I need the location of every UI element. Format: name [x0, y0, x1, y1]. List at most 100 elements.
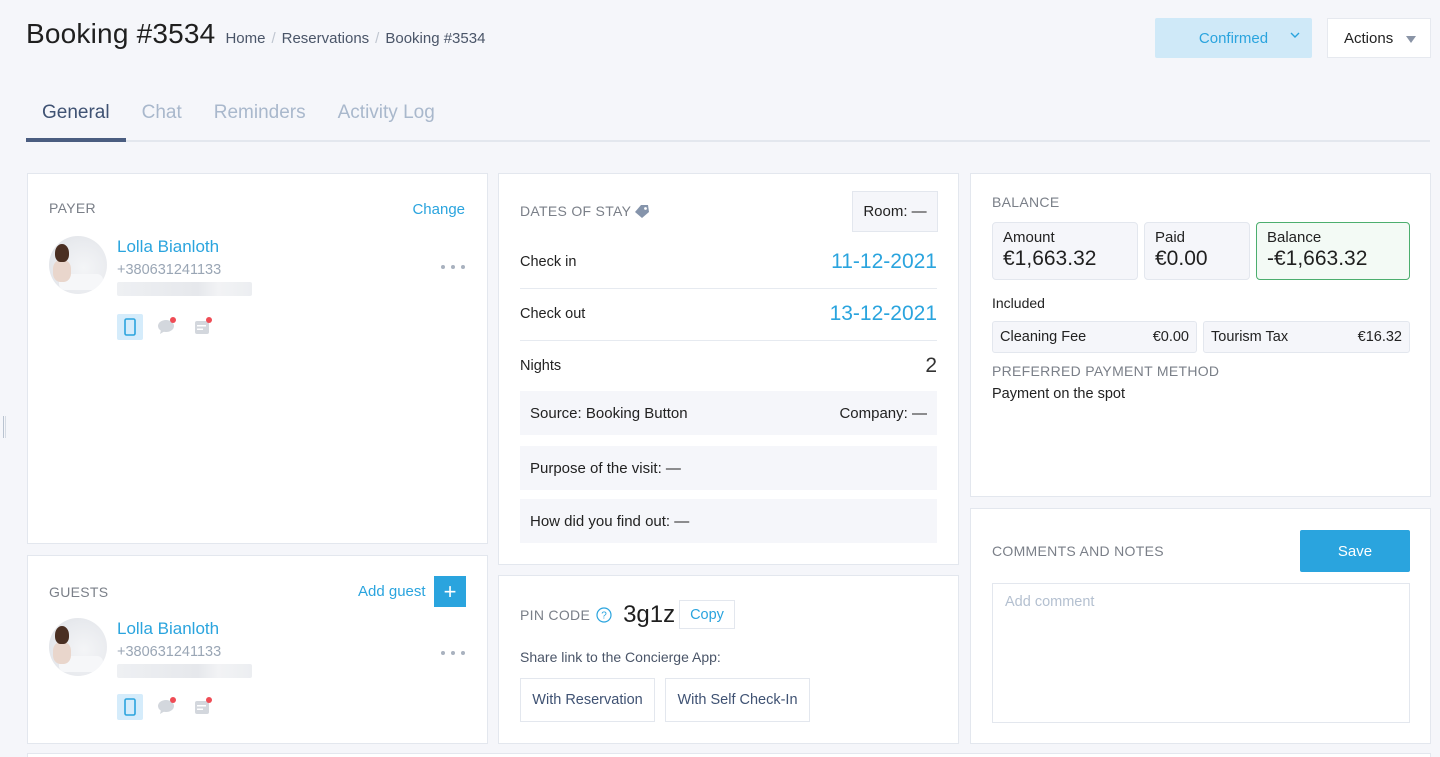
notification-dot [170, 697, 176, 703]
nights-row: Nights 2 [520, 354, 937, 378]
guest-phone: +380631241133 [117, 644, 222, 660]
payer-more-menu[interactable] [441, 265, 465, 269]
payment-method-label: PREFERRED PAYMENT METHOD [992, 363, 1220, 379]
change-payer-link[interactable]: Change [412, 201, 465, 218]
guest-name-link[interactable]: Lolla Bianloth [117, 619, 252, 639]
balance-card: BALANCE Amount €1,663.32 Paid €0.00 Bala… [970, 173, 1431, 497]
fee-value: €0.00 [1152, 329, 1189, 345]
comment-input[interactable] [992, 583, 1410, 723]
company-field[interactable]: Company: — [839, 405, 927, 422]
source-label: Source: [530, 404, 582, 422]
notification-dot [206, 697, 212, 703]
channel-chat-button[interactable] [153, 694, 179, 720]
paid-label: Paid [1155, 229, 1186, 246]
add-guest-button[interactable]: + [434, 576, 466, 607]
payer-card: PAYER Change Lolla Bianloth +38063124113… [27, 173, 488, 544]
guest-item: Lolla Bianloth +380631241133 [49, 618, 252, 720]
tab-chat[interactable]: Chat [126, 96, 198, 142]
status-label: Confirmed [1198, 29, 1269, 47]
check-out-row: Check out 13-12-2021 [520, 302, 937, 326]
channel-mobile-button[interactable] [117, 694, 143, 720]
avatar [49, 236, 107, 294]
fee-label: Tourism Tax [1211, 329, 1289, 345]
notification-dot [206, 317, 212, 323]
share-link-label: Share link to the Concierge App: [520, 649, 721, 665]
tab-activity-log[interactable]: Activity Log [322, 96, 451, 142]
breadcrumb-reservations[interactable]: Reservations [282, 30, 370, 47]
included-label: Included [992, 295, 1045, 311]
sidebar-resize-handle[interactable] [3, 416, 6, 438]
tab-bar: General Chat Reminders Activity Log [26, 96, 1430, 142]
paid-value: €0.00 [1155, 247, 1208, 270]
dates-header: DATES OF STAY [520, 203, 650, 219]
source-field[interactable]: Source: Booking Button [530, 405, 688, 422]
comments-section-label: COMMENTS AND NOTES [992, 543, 1164, 559]
divider [520, 288, 937, 289]
notification-dot [170, 317, 176, 323]
balance-value: -€1,663.32 [1267, 247, 1368, 270]
check-out-label: Check out [520, 306, 586, 322]
breadcrumb-separator: / [271, 30, 276, 47]
guest-channels [117, 694, 252, 720]
add-guest-link[interactable]: Add guest [358, 583, 426, 600]
tab-general[interactable]: General [26, 96, 126, 142]
check-in-date[interactable]: 11-12-2021 [831, 250, 937, 274]
source-row: Source: Booking Button Company: — [520, 391, 937, 435]
payer-channels [117, 314, 252, 340]
breadcrumb-current: Booking #3534 [385, 30, 486, 47]
payer-email-redacted [117, 282, 252, 296]
avatar [49, 618, 107, 676]
nights-label: Nights [520, 358, 562, 374]
channel-message-button[interactable] [189, 694, 215, 720]
guest-more-menu[interactable] [441, 651, 465, 655]
found-out-field[interactable]: How did you find out: — [530, 513, 689, 530]
tourism-tax-item: Tourism Tax €16.32 [1203, 321, 1410, 353]
share-with-reservation-button[interactable]: With Reservation [520, 678, 655, 722]
tab-reminders[interactable]: Reminders [198, 96, 322, 142]
guest-email-redacted [117, 664, 252, 678]
check-out-date[interactable]: 13-12-2021 [830, 302, 937, 326]
guests-card: GUESTS Add guest + Lolla Bianloth +38063… [27, 555, 488, 744]
room-selector[interactable]: Room: — [852, 191, 938, 232]
dates-of-stay-card: DATES OF STAY Room: — Check in 11-12-202… [498, 173, 959, 565]
balance-box: Balance -€1,663.32 [1256, 222, 1410, 280]
channel-chat-button[interactable] [153, 314, 179, 340]
amount-value: €1,663.32 [1003, 247, 1097, 270]
copy-pin-button[interactable]: Copy [679, 600, 735, 629]
pin-code-value: 3g1z [623, 601, 676, 628]
breadcrumb-home[interactable]: Home [225, 30, 265, 47]
check-in-label: Check in [520, 254, 577, 270]
pin-section-label: PIN CODE [520, 607, 591, 623]
divider [520, 340, 937, 341]
payer-section-label: PAYER [49, 200, 96, 216]
tag-icon [635, 204, 650, 218]
cleaning-fee-item: Cleaning Fee €0.00 [992, 321, 1197, 353]
help-icon[interactable]: ? [596, 607, 612, 623]
balance-label: Balance [1267, 229, 1322, 246]
status-dropdown[interactable]: Confirmed [1155, 18, 1312, 58]
check-in-row: Check in 11-12-2021 [520, 250, 937, 274]
payer-phone: +380631241133 [117, 262, 222, 278]
channel-message-button[interactable] [189, 314, 215, 340]
dates-section-label: DATES OF STAY [520, 203, 632, 219]
page-header: Booking #3534 Home / Reservations / Book… [26, 18, 485, 50]
mobile-icon [124, 318, 136, 336]
share-with-self-checkin-button[interactable]: With Self Check-In [665, 678, 810, 722]
svg-text:?: ? [601, 611, 607, 622]
nights-value: 2 [925, 354, 937, 377]
breadcrumb: Home / Reservations / Booking #3534 [225, 30, 485, 47]
bottom-card-edge [27, 753, 1431, 757]
payer-name-link[interactable]: Lolla Bianloth [117, 237, 252, 257]
actions-dropdown[interactable]: Actions [1327, 18, 1431, 58]
page-title: Booking #3534 [26, 18, 216, 49]
comments-card: COMMENTS AND NOTES Save [970, 508, 1431, 744]
mobile-icon [124, 698, 136, 716]
fee-label: Cleaning Fee [1000, 329, 1087, 345]
actions-label: Actions [1344, 29, 1394, 47]
save-comment-button[interactable]: Save [1300, 530, 1410, 572]
purpose-field[interactable]: Purpose of the visit: — [530, 460, 681, 477]
purpose-row: Purpose of the visit: — [520, 446, 937, 490]
balance-section-label: BALANCE [992, 194, 1060, 210]
found-out-row: How did you find out: — [520, 499, 937, 543]
channel-mobile-button[interactable] [117, 314, 143, 340]
